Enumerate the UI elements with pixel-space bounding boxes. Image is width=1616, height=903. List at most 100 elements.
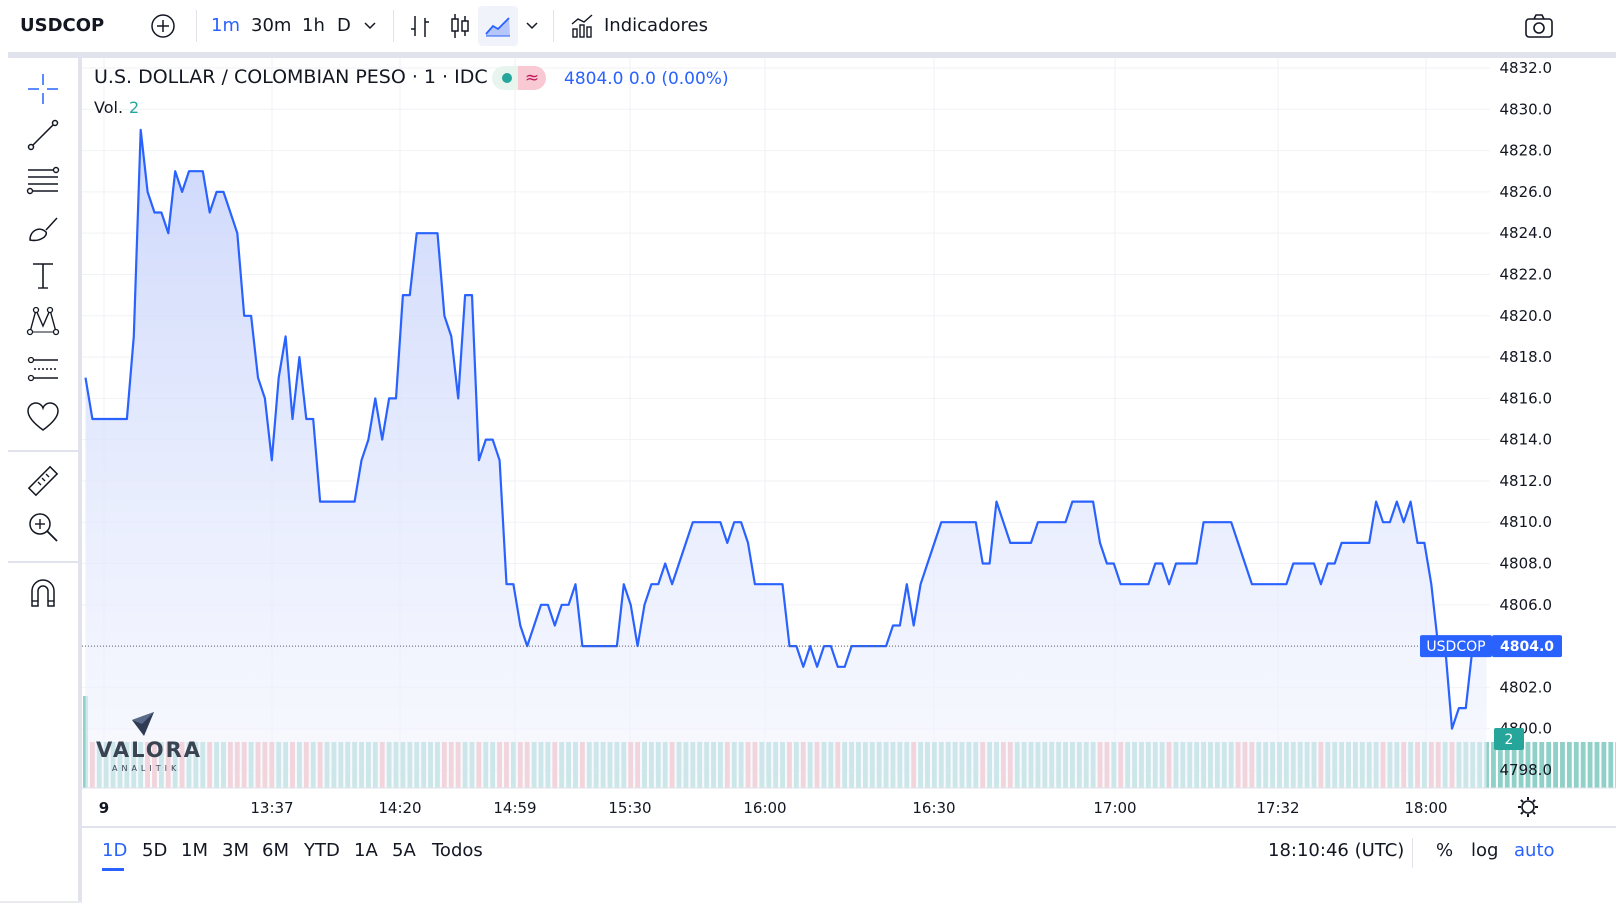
- fib-retracement-icon[interactable]: [26, 164, 60, 198]
- area-chart-type-button[interactable]: [478, 6, 518, 46]
- zoom-in-icon[interactable]: [26, 510, 60, 544]
- bottom-toolbar: 1D 5D 1M 3M 6M YTD 1A 5A Todos 18:10:46 …: [82, 826, 1616, 903]
- chevron-down-icon[interactable]: [363, 20, 377, 32]
- area-chart-type-icon: [485, 17, 510, 37]
- heart-icon[interactable]: [26, 400, 60, 434]
- range-5d[interactable]: 5D: [142, 840, 167, 861]
- volume-value: 2: [129, 98, 140, 117]
- price-chart[interactable]: 4832.0 4830.0 4828.0 4826.0 4824.0 4822.0 4820…: [82, 58, 1616, 826]
- y-tick-label: 4814.0: [1500, 431, 1553, 449]
- trend-line-icon[interactable]: [26, 118, 60, 152]
- range-6m[interactable]: 6M: [262, 840, 289, 861]
- interval-30m[interactable]: 30m: [251, 0, 291, 52]
- log-scale-toggle[interactable]: log: [1471, 840, 1498, 861]
- market-open-dot: [502, 73, 512, 83]
- divider: [1412, 838, 1413, 868]
- magnet-icon[interactable]: [26, 576, 60, 610]
- last-volume-label: 2: [1505, 732, 1514, 748]
- legend-price: 4804.0 0.0 (0.00%): [564, 69, 729, 89]
- toolbar-divider: [8, 450, 78, 452]
- app: USDCOP 1m 30m 1h D Indicadores 4832.0 48…: [0, 0, 1616, 903]
- y-tick-label: 4828.0: [1500, 142, 1553, 160]
- range-5a[interactable]: 5A: [392, 840, 416, 861]
- valora-logo: VALORA ANALITIK: [96, 706, 206, 776]
- volume-bar: [1580, 742, 1586, 788]
- bar-chart-type-icon[interactable]: [408, 13, 432, 39]
- x-tick-label: 17:32: [1256, 799, 1299, 817]
- x-tick-label: 18:00: [1404, 799, 1447, 817]
- interval-1m[interactable]: 1m: [211, 0, 240, 52]
- y-tick-label: 4826.0: [1500, 183, 1553, 201]
- y-tick-label: 4816.0: [1500, 389, 1553, 407]
- volume-legend: Vol. 2: [94, 98, 139, 117]
- indicators-icon[interactable]: [570, 13, 596, 39]
- auto-scale-toggle[interactable]: auto: [1514, 840, 1555, 861]
- volume-bar: [1608, 742, 1614, 788]
- volume-bar: [1573, 742, 1579, 788]
- drawing-toolbar: [8, 58, 82, 901]
- delayed-data-icon: ≈: [518, 66, 546, 90]
- volume-label: Vol.: [94, 98, 124, 117]
- price-area: [85, 129, 1487, 788]
- y-tick-label: 4806.0: [1500, 596, 1553, 614]
- prediction-icon[interactable]: [26, 352, 60, 386]
- text-icon[interactable]: [26, 258, 60, 292]
- range-3m[interactable]: 3M: [222, 840, 249, 861]
- y-tick-label: 4798.0: [1500, 761, 1553, 779]
- toolbar-divider: [8, 561, 78, 563]
- y-tick-label: 4830.0: [1500, 100, 1553, 118]
- pattern-icon[interactable]: [26, 304, 60, 338]
- utc-clock[interactable]: 18:10:46 (UTC): [1268, 840, 1404, 861]
- x-tick-label: 13:37: [250, 799, 293, 817]
- crosshair-icon[interactable]: [26, 72, 60, 106]
- y-tick-label: 4812.0: [1500, 472, 1553, 490]
- x-tick-label: 9: [99, 799, 109, 817]
- y-tick-label: 4808.0: [1500, 555, 1553, 573]
- add-symbol-icon[interactable]: [150, 13, 176, 39]
- market-status-badge[interactable]: ≈: [492, 66, 546, 90]
- x-tick-label: 17:00: [1093, 799, 1136, 817]
- divider: [393, 10, 394, 42]
- y-tick-label: 4822.0: [1500, 265, 1553, 283]
- y-tick-label: 4824.0: [1500, 224, 1553, 242]
- camera-icon[interactable]: [1524, 12, 1554, 40]
- logo-mark-icon: [132, 712, 154, 736]
- interval-d[interactable]: D: [337, 0, 351, 52]
- range-1a[interactable]: 1A: [354, 840, 378, 861]
- symbol-search[interactable]: USDCOP: [20, 0, 104, 52]
- x-tick-label: 14:20: [378, 799, 421, 817]
- chevron-down-icon[interactable]: [525, 20, 539, 32]
- divider: [553, 10, 554, 42]
- x-tick-label: 15:30: [608, 799, 651, 817]
- indicators-button[interactable]: Indicadores: [604, 0, 708, 52]
- chart-title: U.S. DOLLAR / COLOMBIAN PESO · 1 · IDC: [94, 66, 488, 88]
- y-tick-label: 4810.0: [1500, 513, 1553, 531]
- x-tick-label: 14:59: [493, 799, 536, 817]
- y-tick-label: 4802.0: [1500, 678, 1553, 696]
- brush-icon[interactable]: [26, 212, 60, 246]
- last-symbol-label: USDCOP: [1426, 639, 1485, 655]
- volume-bar: [1566, 742, 1572, 788]
- candles-chart-type-icon[interactable]: [448, 12, 472, 40]
- divider: [196, 10, 197, 42]
- volume-bar: [1553, 742, 1558, 788]
- y-tick-label: 4820.0: [1500, 307, 1553, 325]
- percent-scale-toggle[interactable]: %: [1436, 840, 1453, 861]
- chart-area[interactable]: 4832.0 4830.0 4828.0 4826.0 4824.0 4822.0 4820…: [82, 58, 1616, 901]
- scale-settings-gear-icon[interactable]: [1518, 797, 1538, 817]
- y-tick-label: 4818.0: [1500, 348, 1553, 366]
- interval-1h[interactable]: 1h: [302, 0, 325, 52]
- y-tick-label: 4832.0: [1500, 59, 1553, 77]
- range-ytd[interactable]: YTD: [304, 840, 340, 861]
- volume-bar: [1594, 742, 1600, 788]
- range-todos[interactable]: Todos: [432, 840, 483, 861]
- volume-bar: [1601, 742, 1607, 788]
- x-tick-label: 16:00: [743, 799, 786, 817]
- range-1d[interactable]: 1D: [102, 840, 127, 861]
- volume-bar: [1560, 742, 1565, 788]
- range-1m[interactable]: 1M: [181, 840, 208, 861]
- volume-bar: [1587, 742, 1593, 788]
- ruler-icon[interactable]: [26, 464, 60, 498]
- top-toolbar: USDCOP 1m 30m 1h D Indicadores: [8, 0, 1616, 58]
- x-tick-label: 16:30: [912, 799, 955, 817]
